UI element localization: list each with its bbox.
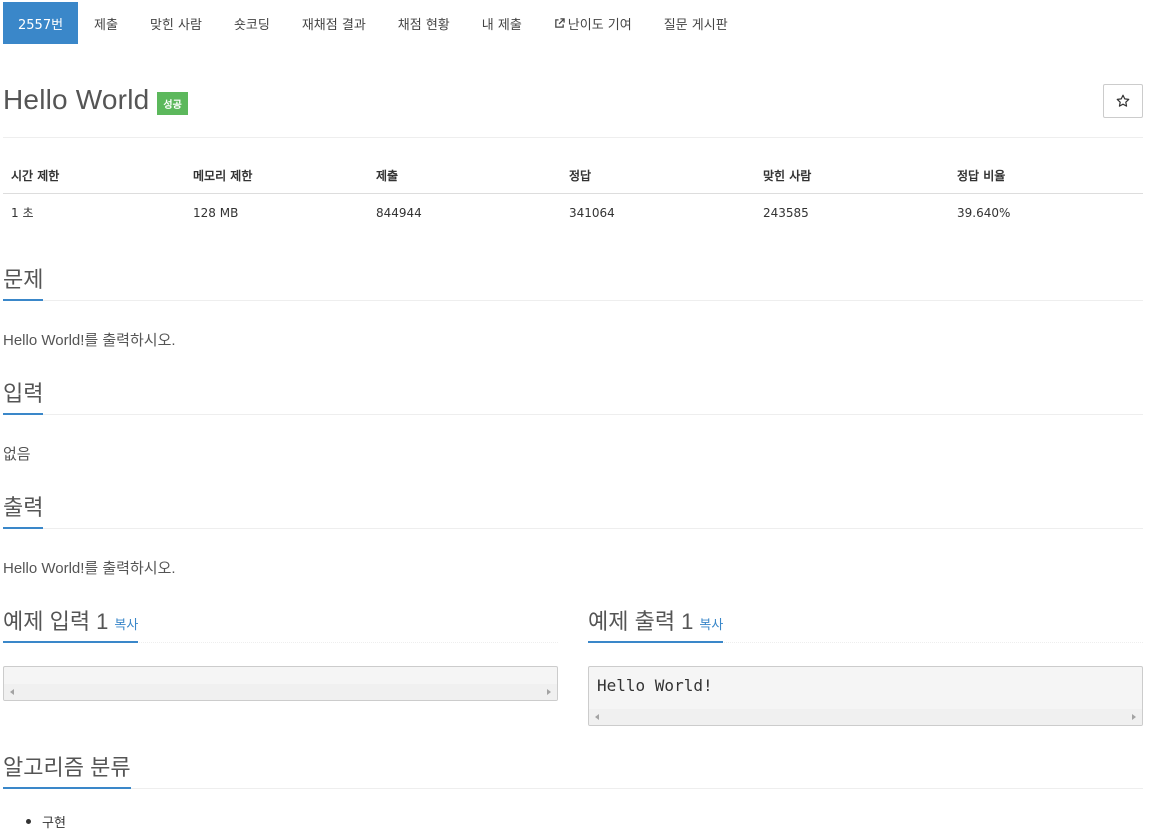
table-cell: 39.640%	[957, 205, 1011, 220]
section-heading: 입력	[3, 376, 44, 415]
nav-tab-label: 난이도 기여	[567, 17, 632, 33]
input-section-header: 입력	[3, 376, 1143, 415]
favorite-button[interactable]	[1103, 84, 1143, 118]
sample-output-header: 예제 출력 1 복사	[588, 604, 1143, 643]
table-cell: 1 초	[11, 206, 34, 220]
problem-info-table: 시간 제한 메모리 제한 제출 정답 맞힌 사람 정답 비율 1 초 128 M…	[3, 158, 1143, 231]
nav-tab-submit[interactable]: 제출	[78, 2, 134, 44]
table-cell: 128 MB	[193, 205, 239, 220]
problem-nav: 2557번 제출 맞힌 사람 숏코딩 재채점 결과 채점 현황 내 제출 난이도…	[3, 2, 744, 44]
table-header: 정답 비율	[949, 158, 1143, 194]
nav-tab-my-submissions[interactable]: 내 제출	[466, 2, 538, 44]
nav-tab-label: 2557번	[18, 17, 64, 33]
table-cell: 341064	[569, 205, 615, 220]
star-icon	[1116, 94, 1130, 107]
nav-tab-problem[interactable]: 2557번	[3, 2, 79, 44]
copy-sample-input-button[interactable]: 복사	[114, 617, 138, 632]
nav-tab-status[interactable]: 채점 현황	[382, 2, 466, 44]
sample-input-heading: 예제 입력 1	[3, 609, 109, 634]
section-heading: 출력	[3, 490, 44, 529]
sample-input-header: 예제 입력 1 복사	[3, 604, 558, 643]
scroll-left-icon[interactable]	[10, 689, 14, 695]
nav-tab-question-board[interactable]: 질문 게시판	[648, 2, 744, 44]
nav-tab-label: 제출	[94, 17, 118, 33]
algorithm-section-header: 알고리즘 분류	[3, 750, 1143, 789]
table-cell: 243585	[763, 205, 809, 220]
problem-section-header: 문제	[3, 262, 1143, 301]
sample-input-content	[4, 667, 557, 685]
sample-output-heading: 예제 출력 1	[588, 609, 694, 634]
table-header: 정답	[561, 158, 755, 194]
nav-tab-solvers[interactable]: 맞힌 사람	[134, 2, 218, 44]
nav-tab-label: 맞힌 사람	[149, 17, 202, 33]
horizontal-scrollbar[interactable]	[589, 709, 1142, 725]
horizontal-scrollbar[interactable]	[4, 684, 557, 700]
table-header: 메모리 제한	[185, 158, 368, 194]
nav-tab-rejudge-results[interactable]: 재채점 결과	[286, 2, 382, 44]
nav-tab-short-coding[interactable]: 숏코딩	[218, 2, 286, 44]
sample-output-content: Hello World!	[597, 676, 713, 695]
sample-output-box[interactable]: Hello World!	[588, 666, 1143, 726]
problem-title-row: Hello World 성공	[3, 84, 188, 116]
table-header-row: 시간 제한 메모리 제한 제출 정답 맞힌 사람 정답 비율	[3, 158, 1143, 194]
section-heading: 문제	[3, 262, 44, 301]
result-badge: 성공	[157, 91, 188, 115]
table-row: 1 초 128 MB 844944 341064 243585 39.640%	[3, 194, 1143, 232]
title-divider	[3, 137, 1143, 138]
nav-tab-label: 채점 현황	[397, 17, 450, 33]
nav-tab-label: 재채점 결과	[301, 17, 366, 33]
table-cell: 844944	[376, 205, 422, 220]
table-header: 시간 제한	[3, 158, 185, 194]
sample-input-box[interactable]	[3, 666, 558, 701]
algorithm-tag[interactable]: 구현	[25, 812, 66, 831]
nav-tab-label: 질문 게시판	[663, 17, 728, 33]
section-heading: 예제 출력 1 복사	[588, 604, 724, 643]
table-header: 맞힌 사람	[755, 158, 949, 194]
nav-tab-label: 내 제출	[481, 17, 522, 33]
nav-tab-difficulty-contribution[interactable]: 난이도 기여	[538, 2, 648, 44]
copy-sample-output-button[interactable]: 복사	[699, 617, 723, 632]
problem-title: Hello World	[3, 84, 150, 115]
scroll-left-icon[interactable]	[595, 714, 599, 720]
scroll-right-icon[interactable]	[547, 689, 551, 695]
output-description: Hello World!를 출력하시오.	[3, 560, 176, 577]
input-description: 없음	[3, 446, 31, 463]
output-section-header: 출력	[3, 490, 1143, 529]
problem-description: Hello World!를 출력하시오.	[3, 332, 176, 349]
algorithm-tag-list: 구현	[25, 812, 66, 831]
section-heading: 알고리즘 분류	[3, 750, 131, 789]
table-header: 제출	[368, 158, 561, 194]
nav-tab-label: 숏코딩	[233, 17, 270, 33]
section-heading: 예제 입력 1 복사	[3, 604, 139, 643]
scroll-right-icon[interactable]	[1132, 714, 1136, 720]
external-link-icon	[554, 17, 565, 28]
